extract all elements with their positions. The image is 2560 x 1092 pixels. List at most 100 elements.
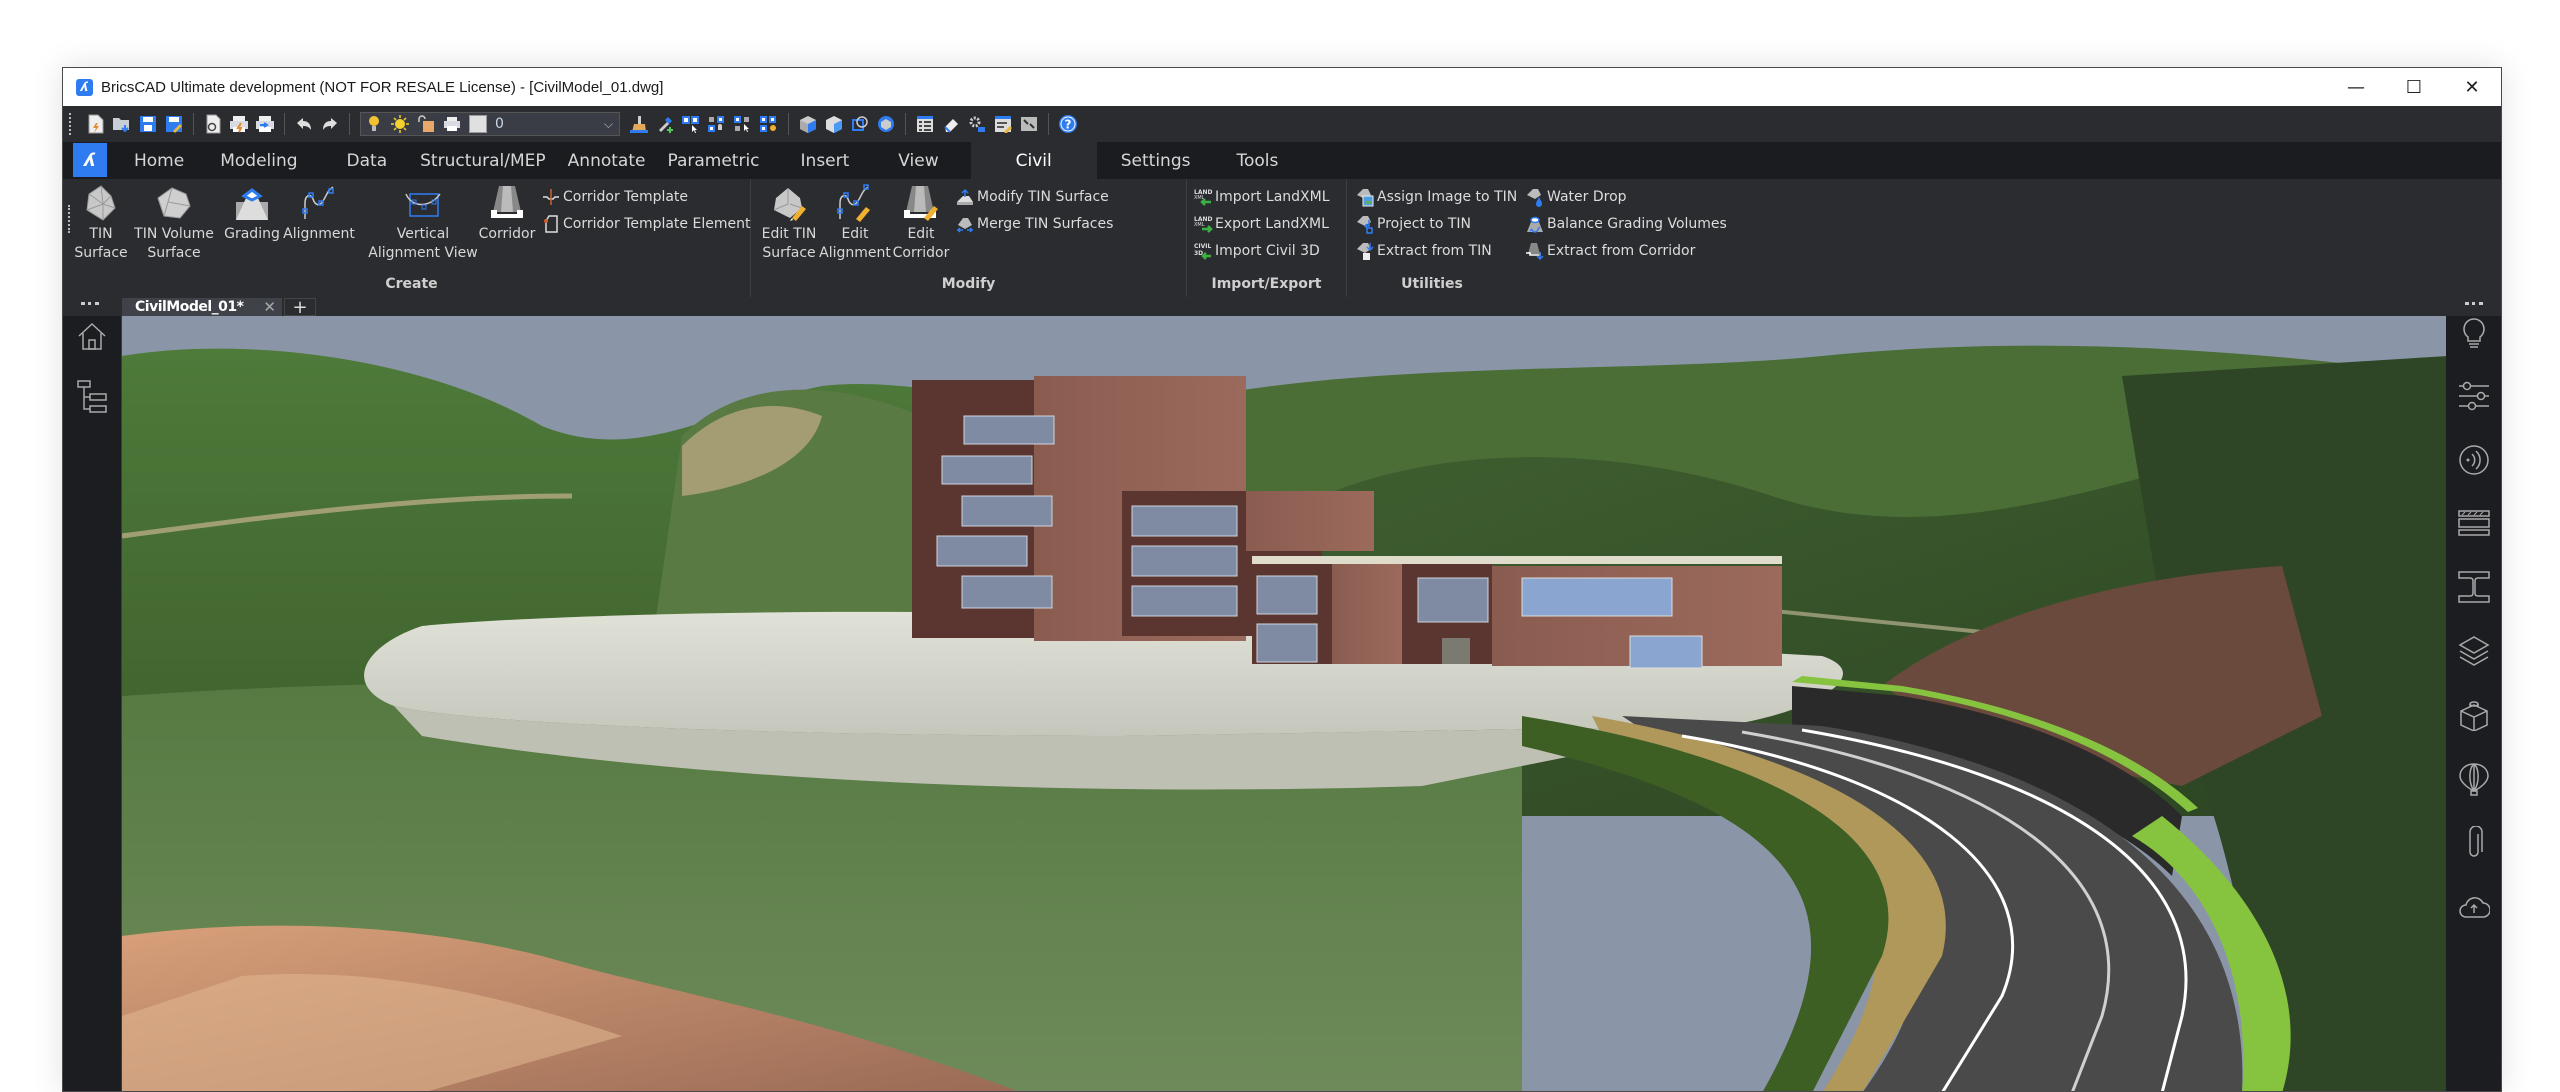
properties-sliders-icon[interactable] <box>2457 379 2491 413</box>
properties-icon[interactable] <box>914 113 936 135</box>
isolate-icon[interactable] <box>706 113 728 135</box>
home-icon[interactable] <box>75 320 109 354</box>
edit-alignment-label-1: Edit <box>841 226 869 242</box>
help-icon[interactable]: ? <box>1057 113 1079 135</box>
layers-icon[interactable] <box>2457 634 2491 668</box>
layer-plot-icon[interactable] <box>441 113 463 135</box>
corridor-button[interactable]: Corridor <box>477 183 537 244</box>
tin-surface-button[interactable]: TIN Surface <box>74 183 128 263</box>
new-tab-button[interactable]: + <box>284 297 316 318</box>
tab-insert[interactable]: Insert <box>780 142 871 179</box>
edit-corridor-icon <box>901 183 941 223</box>
import-civil3d-icon: CIVIL 3D <box>1193 241 1213 261</box>
balloon-icon[interactable] <box>2457 762 2491 796</box>
edit-tin-surface-button[interactable]: Edit TIN Surface <box>761 183 817 263</box>
layer-on-icon[interactable] <box>363 113 385 135</box>
layer-freeze-icon[interactable] <box>389 113 411 135</box>
modify-tin-surface-button[interactable]: Modify TIN Surface <box>955 185 1109 209</box>
extract-from-corridor-button[interactable]: Extract from Corridor <box>1525 239 1695 263</box>
structure-tree-icon[interactable] <box>75 380 109 414</box>
merge-tin-surfaces-button[interactable]: Merge TIN Surfaces <box>955 212 1113 236</box>
print-preview-icon[interactable] <box>202 113 224 135</box>
corridor-template-button[interactable]: Corridor Template <box>541 185 688 209</box>
tab-view[interactable]: View <box>870 142 970 179</box>
corridor-template-element-button[interactable]: Corridor Template Element <box>541 212 750 236</box>
tab-structural-mep[interactable]: Structural/MEP <box>408 142 558 179</box>
sound-signal-icon[interactable] <box>2457 443 2491 477</box>
eraser-icon[interactable] <box>940 113 962 135</box>
tin-volume-label-1: TIN Volume <box>134 226 214 242</box>
document-tab-civilmodel[interactable]: CivilModel_01* ✕ <box>122 298 282 316</box>
solid-box-icon[interactable] <box>797 113 819 135</box>
minimize-button[interactable]: — <box>2327 68 2385 106</box>
tab-annotate[interactable]: Annotate <box>558 142 656 179</box>
edit-alignment-button[interactable]: Edit Alignment <box>819 183 891 263</box>
cloud-upload-icon[interactable] <box>2457 890 2491 924</box>
import-landxml-button[interactable]: LAND XML Import LandXML <box>1193 185 1330 209</box>
save-icon[interactable] <box>137 113 159 135</box>
right-panel-grip[interactable] <box>2465 302 2483 305</box>
select-icon[interactable] <box>680 113 702 135</box>
layers-stack-table-icon[interactable] <box>2457 506 2491 540</box>
window-icon[interactable] <box>1018 113 1040 135</box>
toolbar-grip[interactable] <box>69 113 73 135</box>
tab-settings[interactable]: Settings <box>1097 142 1219 179</box>
hide-icon[interactable] <box>758 113 780 135</box>
balance-grading-volumes-button[interactable]: Balance Grading Volumes <box>1525 212 1727 236</box>
tips-lightbulb-icon[interactable] <box>2457 316 2491 350</box>
toolbar-separator <box>349 113 350 135</box>
project-to-tin-icon <box>1355 214 1375 234</box>
tab-civil[interactable]: Civil <box>970 142 1097 179</box>
application-menu-button[interactable]: ʎ <box>73 143 107 177</box>
alignment-button[interactable]: Alignment <box>283 183 355 244</box>
extract-from-tin-button[interactable]: Extract from TIN <box>1355 239 1492 263</box>
corridor-template-label: Corridor Template <box>563 189 689 205</box>
project-to-tin-button[interactable]: Project to TIN <box>1355 212 1471 236</box>
chevron-down-icon[interactable]: ⌵ <box>604 117 613 132</box>
tab-parametric[interactable]: Parametric <box>655 142 779 179</box>
import-civil3d-button[interactable]: CIVIL 3D Import Civil 3D <box>1193 239 1320 263</box>
left-panel-grip[interactable] <box>81 302 99 305</box>
edit-icon[interactable] <box>992 113 1014 135</box>
open-icon[interactable] <box>111 113 133 135</box>
water-drop-button[interactable]: Water Drop <box>1525 185 1627 209</box>
region-icon[interactable] <box>849 113 871 135</box>
edit-corridor-button[interactable]: Edit Corridor <box>893 183 949 263</box>
i-beam-icon[interactable] <box>2457 570 2491 604</box>
tab-modeling[interactable]: Modeling <box>205 142 325 179</box>
component-block-icon[interactable] <box>2457 698 2491 732</box>
tab-data[interactable]: Data <box>326 142 409 179</box>
batch-plot-icon[interactable] <box>254 113 276 135</box>
toolbar-separator <box>905 113 906 135</box>
close-button[interactable]: ✕ <box>2443 68 2501 106</box>
attachment-paperclip-icon[interactable] <box>2457 826 2491 860</box>
vertical-alignment-view-button[interactable]: Vertical Alignment View <box>368 183 478 263</box>
maximize-button[interactable]: ☐ <box>2385 68 2443 106</box>
svg-text:?: ? <box>1065 118 1072 132</box>
redo-icon[interactable] <box>319 113 341 135</box>
layer-lock-icon[interactable] <box>415 113 437 135</box>
assign-image-to-tin-button[interactable]: Assign Image to TIN <box>1355 185 1517 209</box>
layer-dropdown[interactable]: 0 ⌵ <box>360 112 620 136</box>
settings-icon[interactable] <box>966 113 988 135</box>
tab-home[interactable]: Home <box>113 142 205 179</box>
undo-icon[interactable] <box>293 113 315 135</box>
document-tab-label: CivilModel_01* <box>135 299 244 315</box>
view-cube-icon[interactable] <box>875 113 897 135</box>
ribbon-grip[interactable] <box>68 205 71 233</box>
select-similar-icon[interactable] <box>732 113 754 135</box>
plot-icon[interactable] <box>228 113 250 135</box>
save-as-icon[interactable] <box>163 113 185 135</box>
tin-surface-label-1: TIN <box>89 226 113 242</box>
export-landxml-button[interactable]: LAND XML Export LandXML <box>1193 212 1329 236</box>
pick-add-icon[interactable] <box>654 113 676 135</box>
model-viewport[interactable] <box>122 316 2448 1091</box>
left-sidebar <box>63 316 122 1091</box>
tab-tools[interactable]: Tools <box>1218 142 1296 179</box>
grading-button[interactable]: Grading <box>224 183 280 244</box>
tin-volume-surface-button[interactable]: TIN Volume Surface <box>134 183 214 263</box>
solid-blue-icon[interactable] <box>823 113 845 135</box>
new-icon[interactable] <box>85 113 107 135</box>
match-properties-icon[interactable] <box>628 113 650 135</box>
close-tab-icon[interactable]: ✕ <box>263 298 276 316</box>
